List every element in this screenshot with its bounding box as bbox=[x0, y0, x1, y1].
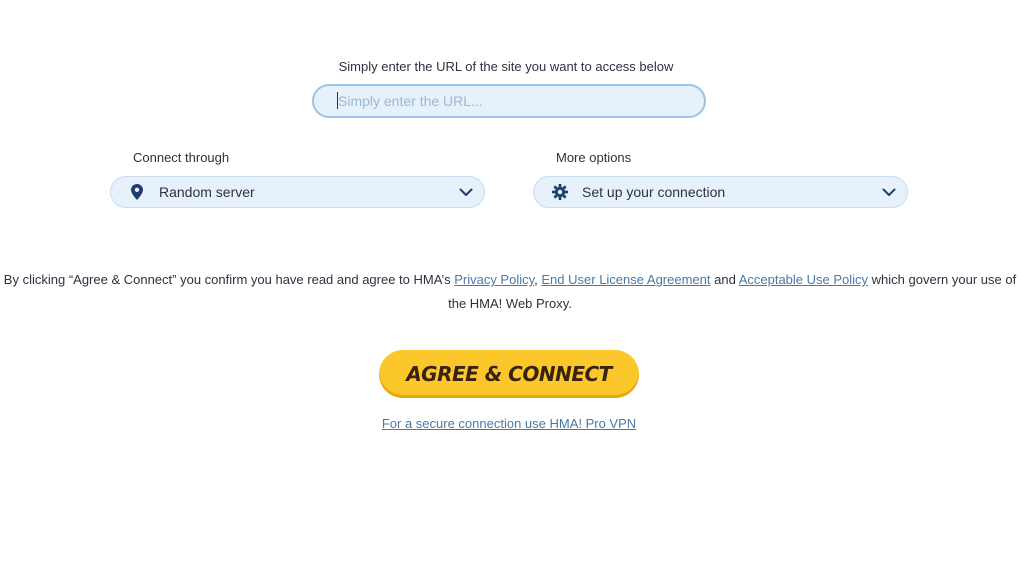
connection-options-select[interactable]: Set up your connection bbox=[533, 176, 908, 208]
chevron-down-icon bbox=[458, 184, 474, 200]
acceptable-use-policy-link[interactable]: Acceptable Use Policy bbox=[739, 272, 868, 287]
pro-vpn-link[interactable]: For a secure connection use HMA! Pro VPN bbox=[382, 416, 636, 431]
text-caret bbox=[337, 92, 338, 109]
url-input[interactable] bbox=[312, 84, 706, 118]
chevron-down-icon bbox=[881, 184, 897, 200]
url-instruction-label: Simply enter the URL of the site you wan… bbox=[338, 59, 674, 74]
connect-through-label: Connect through bbox=[133, 150, 230, 165]
pro-vpn-link-container: For a secure connection use HMA! Pro VPN bbox=[0, 416, 1018, 431]
end-user-license-agreement-link[interactable]: End User License Agreement bbox=[541, 272, 710, 287]
web-proxy-form: Simply enter the URL of the site you wan… bbox=[0, 0, 1020, 573]
consent-and-text: and bbox=[710, 272, 739, 287]
location-pin-icon bbox=[128, 183, 146, 201]
server-select[interactable]: Random server bbox=[110, 176, 485, 208]
gear-icon bbox=[551, 183, 569, 201]
agree-and-connect-button[interactable]: AGREE & CONNECT bbox=[379, 350, 639, 398]
server-select-value: Random server bbox=[159, 184, 255, 200]
consent-text: By clicking “Agree & Connect” you confir… bbox=[0, 268, 1020, 316]
consent-text-part: By clicking “Agree & Connect” you confir… bbox=[3, 272, 455, 287]
privacy-policy-link[interactable]: Privacy Policy bbox=[454, 272, 534, 287]
more-options-label: More options bbox=[556, 150, 632, 165]
connection-options-value: Set up your connection bbox=[582, 184, 726, 200]
